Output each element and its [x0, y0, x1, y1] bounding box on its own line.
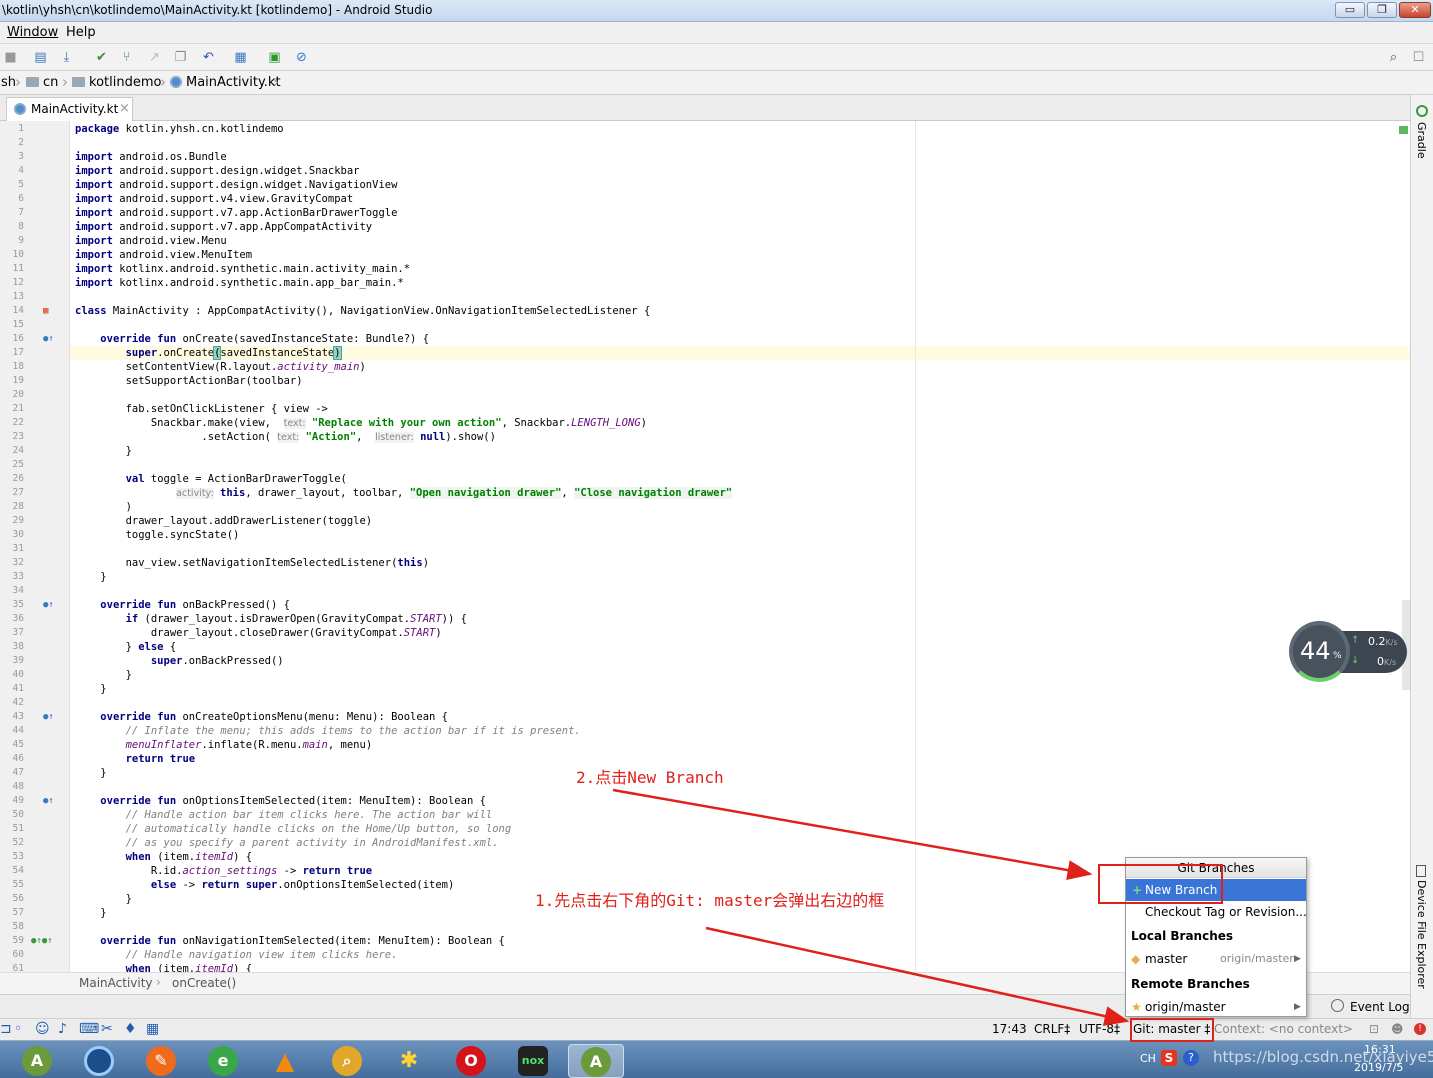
arrow-to-new-branch	[612, 788, 1093, 880]
annotation-arrows	[612, 788, 1130, 1026]
arrow-to-git-widget	[705, 926, 1130, 1026]
